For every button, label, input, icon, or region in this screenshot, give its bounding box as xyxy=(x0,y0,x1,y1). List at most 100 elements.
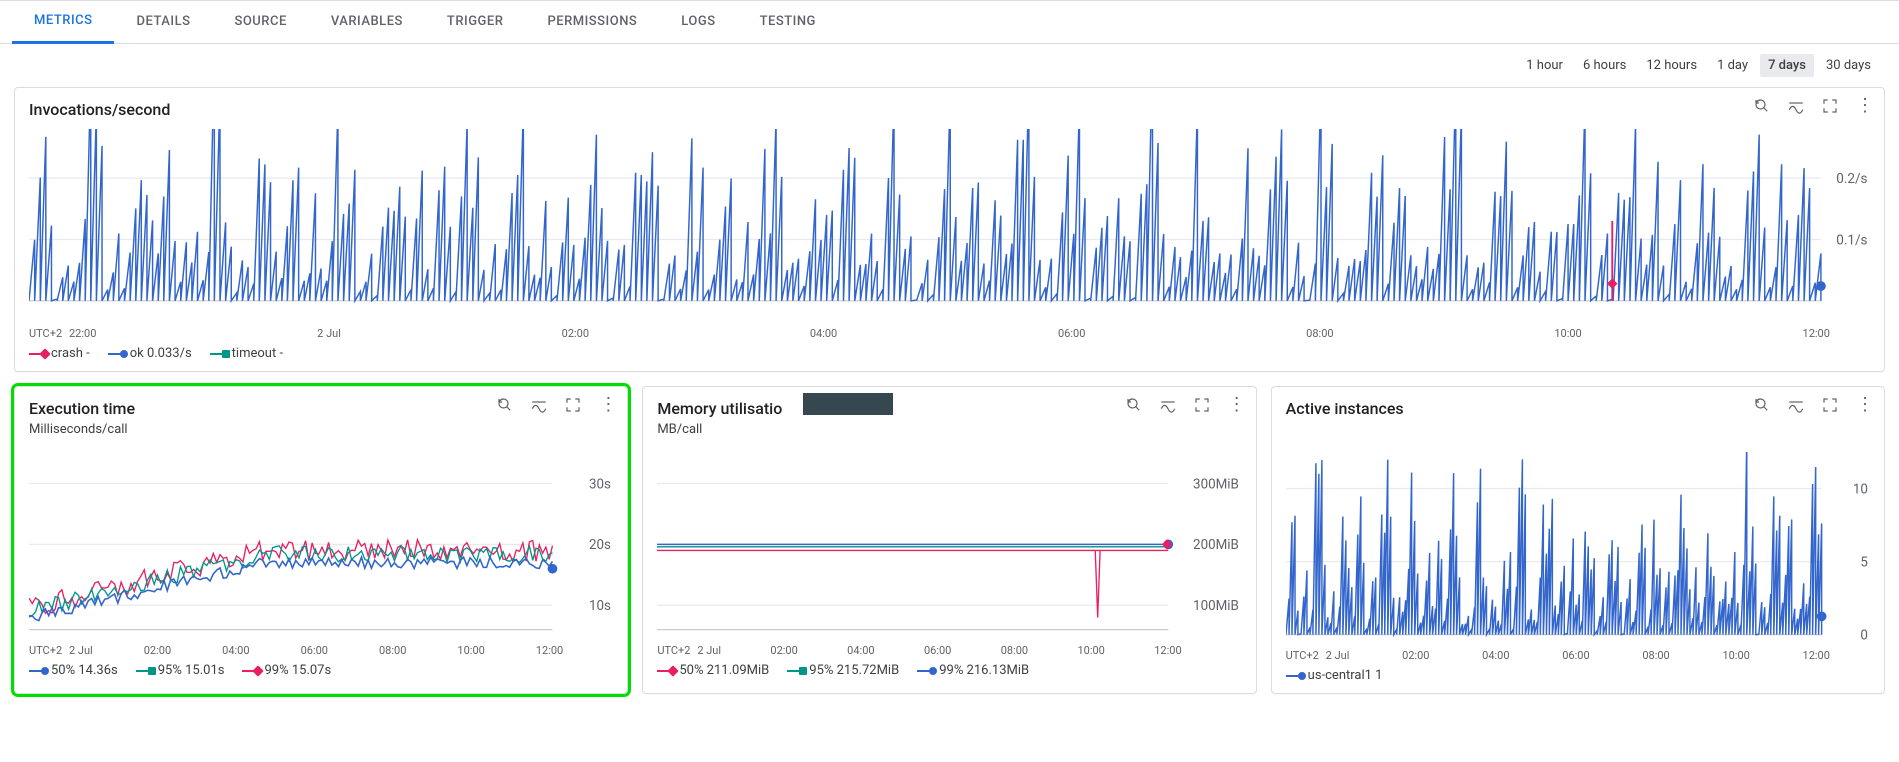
time-range-30-days[interactable]: 30 days xyxy=(1818,54,1879,77)
reset-zoom-icon[interactable] xyxy=(1124,395,1144,415)
more-icon[interactable]: ⋮ xyxy=(597,395,617,415)
legend-label: us-central1 1 xyxy=(1308,668,1383,683)
svg-text:5: 5 xyxy=(1860,556,1868,571)
x-tick: 12:00 xyxy=(1803,649,1830,662)
card-memory-utilisation: Memory utilisatio MB/call ⋮ 300MiB 200Mi… xyxy=(642,386,1256,694)
legend-item[interactable]: us-central1 1 xyxy=(1286,668,1383,683)
svg-text:300MiB: 300MiB xyxy=(1193,478,1239,493)
legend-label: 99% 15.07s xyxy=(264,663,331,678)
reset-zoom-icon[interactable] xyxy=(495,395,515,415)
more-icon[interactable]: ⋮ xyxy=(1854,96,1874,116)
time-range-6-hours[interactable]: 6 hours xyxy=(1575,54,1634,77)
legend-swatch xyxy=(917,670,933,672)
legend-swatch xyxy=(210,353,226,355)
x-tick: 12:00 xyxy=(1154,644,1181,657)
x-tick: 04:00 xyxy=(1482,649,1509,662)
legend-item[interactable]: 99% 15.07s xyxy=(242,663,331,678)
legend-swatch xyxy=(136,670,152,672)
x-tick: 02:00 xyxy=(770,644,797,657)
tab-logs[interactable]: LOGS xyxy=(659,0,737,44)
x-tick: 12:00 xyxy=(1803,327,1830,340)
legend-item[interactable]: 95% 15.01s xyxy=(136,663,225,678)
card-execution-time: Execution time Milliseconds/call ⋮ 30s 2… xyxy=(14,386,628,694)
x-tick: 08:00 xyxy=(1001,644,1028,657)
x-tick: 04:00 xyxy=(847,644,874,657)
x-tick: 10:00 xyxy=(457,644,484,657)
chart-instances[interactable]: 10 5 0 UTC+2 2 Jul02:0004:0006:0008:0010… xyxy=(1286,452,1870,662)
tab-metrics[interactable]: METRICS xyxy=(12,0,114,44)
svg-text:10s: 10s xyxy=(589,599,611,614)
chart-invocations[interactable]: 0.2/s 0.1/s UTC+2 22:002 Jul02:0004:0006… xyxy=(29,129,1870,340)
x-tick: 2 Jul xyxy=(317,327,341,340)
legend-swatch xyxy=(29,670,45,672)
tab-source[interactable]: SOURCE xyxy=(212,0,308,44)
toggle-legend-icon[interactable] xyxy=(1786,96,1806,116)
x-tick: 08:00 xyxy=(1642,649,1669,662)
legend: 50% 14.36s 95% 15.01s 99% 15.07s xyxy=(29,663,613,678)
legend-swatch xyxy=(242,670,258,672)
fullscreen-icon[interactable] xyxy=(563,395,583,415)
x-tick: 22:00 xyxy=(69,327,96,340)
y-tick: 0.2/s xyxy=(1836,171,1867,187)
more-icon[interactable]: ⋮ xyxy=(1854,395,1874,415)
x-tick: 2 Jul xyxy=(69,644,93,657)
toggle-legend-icon[interactable] xyxy=(1158,395,1178,415)
legend-label: timeout - xyxy=(232,346,283,361)
time-range-12-hours[interactable]: 12 hours xyxy=(1638,54,1705,77)
svg-text:10: 10 xyxy=(1853,483,1868,498)
legend-item[interactable]: 50% 14.36s xyxy=(29,663,118,678)
svg-text:0: 0 xyxy=(1860,629,1868,644)
redaction-block xyxy=(803,393,893,415)
x-tick: 06:00 xyxy=(1058,327,1085,340)
card-active-instances: Active instances ⋮ 10 5 0 xyxy=(1271,386,1885,694)
card-toolbar: ⋮ xyxy=(1752,395,1874,415)
svg-text:200MiB: 200MiB xyxy=(1193,539,1239,554)
more-icon[interactable]: ⋮ xyxy=(1226,395,1246,415)
legend-item[interactable]: timeout - xyxy=(210,346,283,361)
x-tick: 2 Jul xyxy=(697,644,721,657)
svg-text:30s: 30s xyxy=(589,478,611,493)
time-range-1-day[interactable]: 1 day xyxy=(1709,54,1756,77)
x-tick: 08:00 xyxy=(1306,327,1333,340)
tab-trigger[interactable]: TRIGGER xyxy=(425,0,526,44)
y-tick: 0.1/s xyxy=(1836,232,1867,248)
fullscreen-icon[interactable] xyxy=(1820,96,1840,116)
legend-item[interactable]: crash - xyxy=(29,346,90,361)
timezone-label: UTC+2 xyxy=(657,644,697,657)
legend-item[interactable]: 99% 216.13MiB xyxy=(917,663,1029,678)
legend-item[interactable]: 95% 215.72MiB xyxy=(787,663,899,678)
tab-details[interactable]: DETAILS xyxy=(114,0,212,44)
x-tick: 02:00 xyxy=(1402,649,1429,662)
legend-swatch xyxy=(108,353,124,355)
x-tick: 06:00 xyxy=(924,644,951,657)
legend-item[interactable]: 50% 211.09MiB xyxy=(657,663,769,678)
fullscreen-icon[interactable] xyxy=(1820,395,1840,415)
timezone-label: UTC+2 xyxy=(1286,649,1326,662)
x-tick: 10:00 xyxy=(1554,327,1581,340)
card-toolbar: ⋮ xyxy=(495,395,617,415)
legend-item[interactable]: ok 0.033/s xyxy=(108,346,192,361)
legend: us-central1 1 xyxy=(1286,668,1870,683)
reset-zoom-icon[interactable] xyxy=(1752,395,1772,415)
chart-execution-time[interactable]: 30s 20s 10s UTC+2 2 Jul02:0004:0006:0008… xyxy=(29,447,613,657)
legend-swatch xyxy=(657,670,673,672)
x-tick: 12:00 xyxy=(536,644,563,657)
toggle-legend-icon[interactable] xyxy=(529,395,549,415)
x-tick: 02:00 xyxy=(144,644,171,657)
time-range-1-hour[interactable]: 1 hour xyxy=(1518,54,1571,77)
timezone-label: UTC+2 xyxy=(29,327,69,340)
time-range-selector: 1 hour6 hours12 hours1 day7 days30 days xyxy=(0,44,1899,87)
chart-memory[interactable]: 300MiB 200MiB 100MiB UTC+2 2 Jul02:0004:… xyxy=(657,447,1241,657)
x-tick: 04:00 xyxy=(810,327,837,340)
legend-label: ok 0.033/s xyxy=(130,346,192,361)
time-range-7-days[interactable]: 7 days xyxy=(1760,54,1814,77)
tab-permissions[interactable]: PERMISSIONS xyxy=(525,0,659,44)
card-toolbar: ⋮ xyxy=(1752,96,1874,116)
legend-label: crash - xyxy=(51,346,90,361)
tab-testing[interactable]: TESTING xyxy=(738,0,838,44)
fullscreen-icon[interactable] xyxy=(1192,395,1212,415)
toggle-legend-icon[interactable] xyxy=(1786,395,1806,415)
legend-label: 50% 211.09MiB xyxy=(679,663,769,678)
reset-zoom-icon[interactable] xyxy=(1752,96,1772,116)
tab-variables[interactable]: VARIABLES xyxy=(309,0,425,44)
